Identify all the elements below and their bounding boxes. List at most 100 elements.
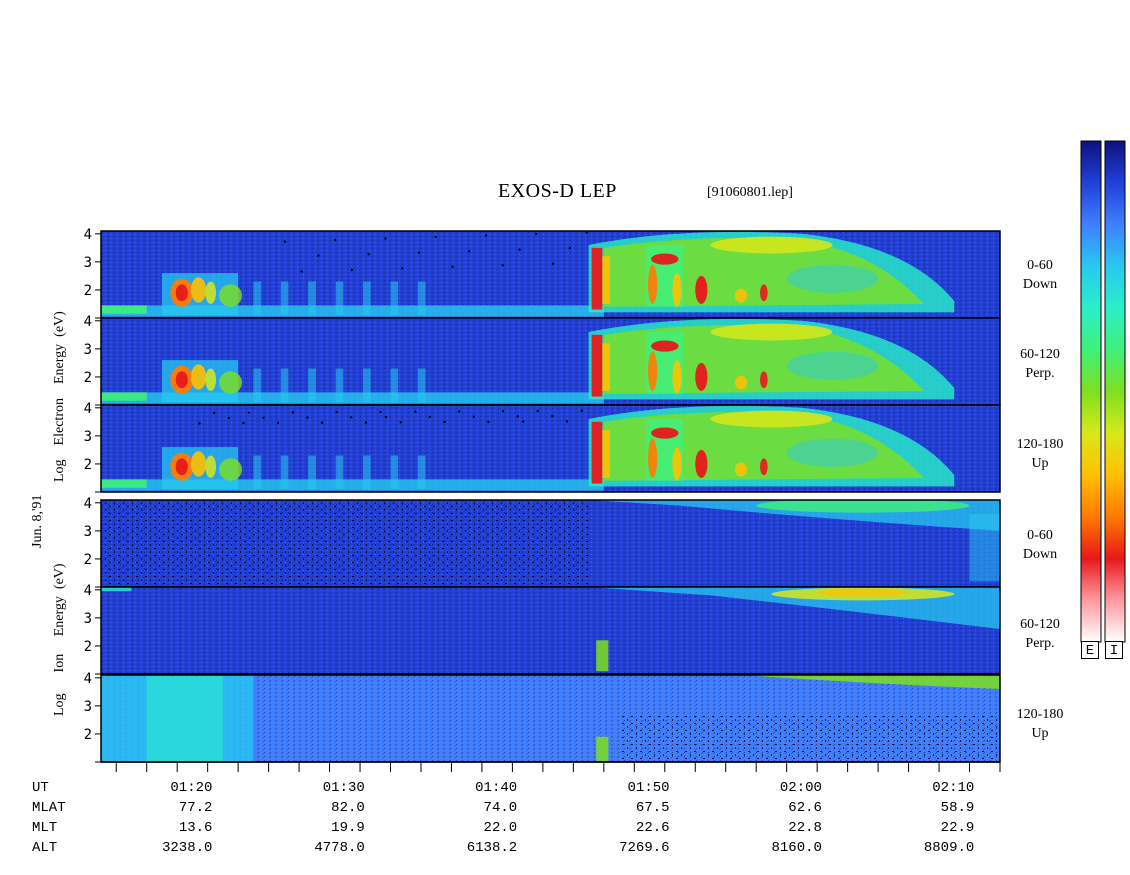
- orbit-mlat-value: 77.2: [178, 800, 213, 816]
- ion-panel-0-label: 0-60 Down: [1010, 526, 1070, 564]
- flux-region: [695, 275, 708, 304]
- orbit-row-label: MLT: [32, 820, 58, 836]
- orbit-ut-value: 01:40: [475, 780, 518, 796]
- orbit-mlat-value: 62.6: [788, 800, 822, 816]
- orbit-mlt-value: 19.9: [331, 820, 365, 836]
- noise-speck: [451, 265, 454, 268]
- noise-speck: [335, 411, 338, 414]
- flux-region: [175, 458, 188, 476]
- flux-region: [363, 368, 371, 403]
- orbit-ut-value: 01:30: [322, 780, 365, 796]
- y-tick-label: 2: [84, 639, 92, 655]
- noise-speck: [401, 267, 404, 270]
- orbit-mlt-value: 22.8: [788, 820, 822, 836]
- electron-panel-1-label: 60-120 Perp.: [1010, 345, 1070, 383]
- flux-region: [146, 675, 223, 762]
- flux-region: [648, 264, 658, 304]
- flux-region: [695, 362, 708, 391]
- y-tick-label: 2: [84, 727, 92, 743]
- orbit-mlt-value: 22.6: [635, 820, 670, 836]
- pitch-direction: Perp.: [1025, 366, 1055, 381]
- orbit-mlat-value: 67.5: [635, 800, 670, 816]
- flux-region: [591, 421, 603, 484]
- flux-region: [308, 455, 316, 490]
- flux-region: [101, 479, 147, 488]
- flux-region: [205, 368, 217, 391]
- flux-region: [760, 371, 768, 389]
- orbit-mlt-value: 22.0: [483, 820, 518, 836]
- electron-panel-0-label: 0-60 Down: [1010, 256, 1070, 294]
- spectrogram-panel: [100, 674, 1001, 763]
- spectrogram-panel: [100, 404, 1001, 493]
- y-tick-label: 2: [84, 552, 92, 568]
- noise-speck: [468, 250, 471, 253]
- flux-region: [734, 375, 748, 390]
- noise-speck: [501, 264, 504, 267]
- pitch-direction: Perp.: [1025, 636, 1055, 651]
- pitch-direction: Down: [1022, 277, 1058, 292]
- flux-region: [219, 458, 242, 481]
- noise-speck: [518, 248, 521, 251]
- noise-speck: [198, 422, 201, 425]
- orbit-alt-value: 7269.6: [619, 840, 670, 856]
- pitch-range: 0-60: [1027, 258, 1053, 273]
- noise-speck: [350, 268, 353, 271]
- flux-region: [648, 438, 658, 478]
- noise-speck: [317, 254, 320, 257]
- flux-region: [280, 368, 289, 403]
- flux-region: [363, 455, 371, 490]
- y-tick-label: 3: [84, 611, 92, 627]
- flux-region: [672, 360, 682, 394]
- flux-region: [651, 340, 679, 352]
- noise-speck: [568, 247, 571, 250]
- y-tick-label: 3: [84, 524, 92, 540]
- flux-region: [602, 430, 610, 478]
- flux-region: [335, 368, 344, 403]
- electron-panel-2-label: 120-180 Up: [1010, 435, 1070, 473]
- y-tick-label: 3: [84, 342, 92, 358]
- orbit-mlat-value: 58.9: [940, 800, 975, 816]
- noise-speck: [428, 415, 431, 418]
- ion-panel-1-label: 60-120 Perp.: [1010, 615, 1070, 653]
- noise-speck: [350, 416, 353, 419]
- orbit-mlt-value: 13.6: [178, 820, 213, 836]
- orbit-alt-value: 8809.0: [923, 840, 975, 856]
- orbit-row-label: MLAT: [32, 800, 66, 816]
- noise-speck: [417, 251, 420, 254]
- y-tick-label: 4: [84, 583, 92, 599]
- noise-texture: [101, 500, 589, 587]
- spectrogram-panel: [100, 586, 1001, 675]
- ion-panel-2-label: 120-180 Up: [1010, 705, 1070, 743]
- flux-region: [101, 392, 147, 401]
- flux-region: [390, 368, 399, 403]
- noise-speck: [227, 417, 230, 420]
- orbit-alt-value: 8160.0: [771, 840, 822, 856]
- flux-region: [651, 253, 679, 265]
- ion-ylabel: Log Ion Energy (eV): [52, 563, 68, 716]
- noise-speck: [443, 421, 446, 424]
- orbit-alt-value: 3238.0: [162, 840, 213, 856]
- noise-speck: [487, 420, 490, 423]
- ylabel-word: Energy: [52, 596, 67, 637]
- flux-region: [672, 447, 682, 481]
- noise-speck: [502, 410, 505, 413]
- spectrogram-panel: [100, 317, 1001, 406]
- flux-region: [190, 364, 207, 390]
- y-tick-label: 4: [84, 227, 92, 243]
- y-tick-label: 3: [84, 699, 92, 715]
- noise-texture: [619, 715, 1000, 762]
- flux-region: [817, 589, 909, 597]
- ylabel-word: Energy: [52, 343, 67, 385]
- pitch-direction: Up: [1031, 726, 1049, 741]
- noise-speck: [516, 415, 519, 418]
- flux-region: [672, 273, 682, 307]
- flux-region: [417, 368, 426, 403]
- flux-region: [710, 410, 833, 428]
- noise-speck: [242, 422, 245, 425]
- orbit-row-label: UT: [32, 780, 49, 796]
- ylabel-word: Log: [52, 693, 67, 716]
- y-tick-label: 3: [84, 429, 92, 445]
- pitch-range: 120-180: [1016, 707, 1064, 722]
- noise-speck: [551, 415, 554, 418]
- ion-colorbar: [1104, 140, 1126, 643]
